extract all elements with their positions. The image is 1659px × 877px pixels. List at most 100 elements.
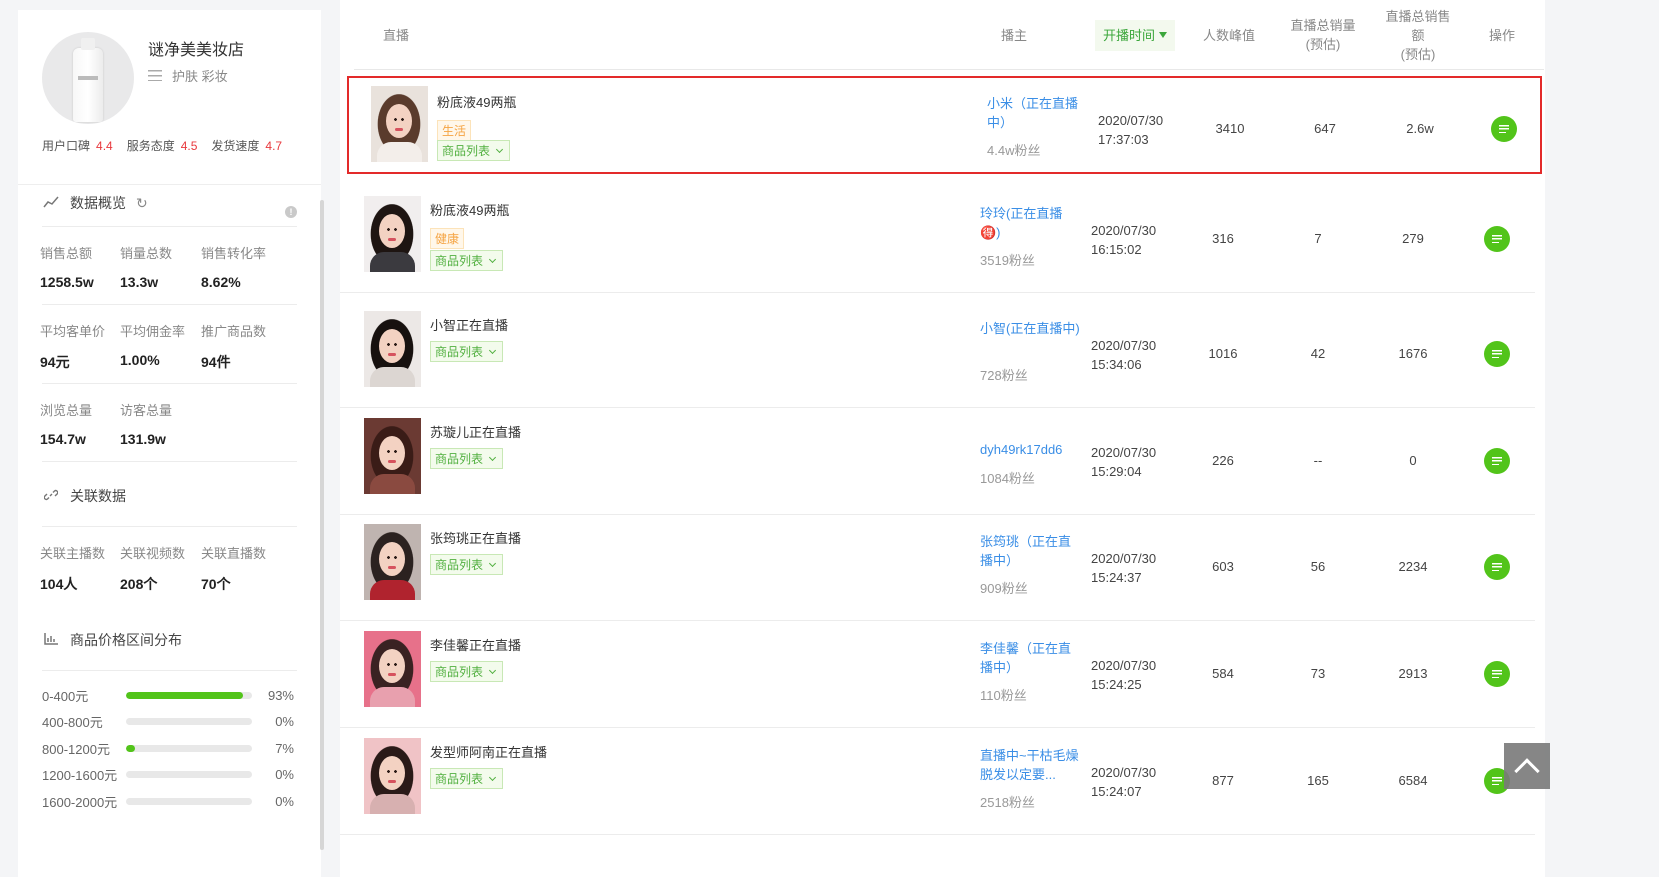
col-host[interactable]: 播主 <box>994 0 1034 70</box>
sales-qty: 7 <box>1314 231 1322 246</box>
host-link[interactable]: 玲玲(正在直播🉐) <box>980 204 1080 242</box>
host-link[interactable]: 李佳馨（正在直播中） <box>980 639 1080 677</box>
shop-logo <box>42 32 134 124</box>
col-start-time-sort[interactable]: 开播时间 <box>1095 0 1175 70</box>
table-header: 直播 播主 开播时间 人数峰值 直播总销量 (预估) 直播总销售额 (预估) 操作 <box>354 0 1544 70</box>
host-link[interactable]: 张筠珧（正在直播中） <box>980 532 1080 570</box>
price-range-label: 800-1200元 <box>42 741 110 757</box>
sales-qty: 56 <box>1310 559 1326 574</box>
live-thumbnail[interactable] <box>364 418 421 494</box>
detail-button[interactable] <box>1484 448 1510 474</box>
live-thumbnail[interactable] <box>364 524 421 600</box>
table-row[interactable]: 张筠珧正在直播 商品列表 张筠珧（正在直播中） 909粉丝 2020/07/30 15:2… <box>340 514 1535 621</box>
host-link[interactable]: dyh49rk17dd6 <box>980 440 1080 459</box>
product-list-dropdown[interactable]: 商品列表 <box>430 448 504 469</box>
product-list-dropdown[interactable]: 商品列表 <box>430 250 504 271</box>
category-tag: 健康 <box>430 228 465 249</box>
chevron-down-icon <box>488 255 497 263</box>
stat-related-videos: 关联视频数 208个 <box>120 546 186 592</box>
live-thumbnail[interactable] <box>364 738 421 814</box>
product-list-dropdown[interactable]: 商品列表 <box>430 554 504 575</box>
sales-qty: 42 <box>1310 346 1326 361</box>
table-row[interactable]: 小智正在直播 商品列表 小智(正在直播中) 728粉丝 2020/07/30 15:34:… <box>340 301 1535 408</box>
live-title[interactable]: 粉底液49两瓶 <box>437 92 516 111</box>
start-time: 2020/07/30 15:24:07 <box>1091 765 1157 799</box>
host-fans: 728粉丝 <box>980 368 1028 383</box>
table-row[interactable]: 李佳馨正在直播 商品列表 李佳馨（正在直播中） 110粉丝 2020/07/30 15:2… <box>340 621 1535 728</box>
live-title[interactable]: 粉底液49两瓶 <box>430 200 509 219</box>
sales-qty: -- <box>1313 453 1323 468</box>
stat-conversion: 销售转化率 8.62% <box>201 246 267 290</box>
back-to-top-button[interactable] <box>1504 743 1550 789</box>
sales-amount: 279 <box>1402 231 1424 246</box>
col-sales-amt[interactable]: 直播总销售额 (预估) <box>1382 0 1454 70</box>
refresh-icon[interactable]: ↻ <box>136 195 148 212</box>
rating-item: 用户口碑 4.4 <box>42 139 113 153</box>
product-list-dropdown[interactable]: 商品列表 <box>430 341 504 362</box>
price-range-row: 1200-1600元 0% <box>42 767 302 783</box>
detail-icon <box>1492 235 1502 243</box>
live-thumbnail[interactable] <box>364 196 421 272</box>
shop-name: 谜净美美妆店 <box>148 42 245 59</box>
host-fans: 3519粉丝 <box>980 253 1035 268</box>
live-title[interactable]: 张筠珧正在直播 <box>430 528 521 547</box>
price-range-label: 400-800元 <box>42 715 103 730</box>
detail-icon <box>1492 777 1502 785</box>
live-title[interactable]: 李佳馨正在直播 <box>430 635 521 654</box>
sidebar-scrollbar[interactable] <box>320 200 324 850</box>
chevron-down-icon <box>488 559 497 567</box>
live-title[interactable]: 发型师阿南正在直播 <box>430 742 547 761</box>
shop-category: 护肤 彩妆 <box>148 66 228 85</box>
price-range-pct: 0% <box>275 714 294 729</box>
host-fans: 909粉丝 <box>980 581 1028 596</box>
product-list-dropdown[interactable]: 商品列表 <box>437 140 511 161</box>
host-link[interactable]: 直播中~干枯毛燥脱发以定要... <box>980 746 1080 784</box>
host-link[interactable]: 小米（正在直播中） <box>987 94 1087 132</box>
live-thumbnail[interactable] <box>364 311 421 387</box>
table-row[interactable]: 苏璇儿正在直播 商品列表 dyh49rk17dd6 1084粉丝 2020/07/30 1… <box>340 408 1535 515</box>
start-time: 2020/07/30 16:15:02 <box>1091 223 1157 257</box>
host-link[interactable]: 小智(正在直播中) <box>980 319 1080 338</box>
col-peak[interactable]: 人数峰值 <box>1194 0 1264 70</box>
sales-amount: 0 <box>1409 453 1417 468</box>
sales-qty: 73 <box>1310 666 1326 681</box>
stat-sales-count: 销量总数 13.3w <box>120 246 173 290</box>
stat-products: 推广商品数 94件 <box>201 324 267 370</box>
detail-button[interactable] <box>1491 116 1517 142</box>
sales-qty: 165 <box>1307 773 1329 788</box>
sales-amount: 2234 <box>1398 559 1428 574</box>
detail-button[interactable] <box>1484 661 1510 687</box>
detail-icon <box>1492 563 1502 571</box>
host-fans: 2518粉丝 <box>980 795 1035 810</box>
price-range-bar <box>126 691 252 699</box>
live-thumbnail[interactable] <box>371 86 428 162</box>
table-row[interactable]: 发型师阿南正在直播 商品列表 直播中~干枯毛燥脱发以定要... 2518粉丝 2020/… <box>340 728 1535 835</box>
detail-button[interactable] <box>1484 226 1510 252</box>
peak-viewers: 584 <box>1212 666 1234 681</box>
live-thumbnail[interactable] <box>364 631 421 707</box>
stat-avg-price: 平均客单价 94元 <box>40 324 106 370</box>
stat-visitors: 访客总量 131.9w <box>120 403 173 447</box>
stat-related-hosts: 关联主播数 104人 <box>40 546 106 592</box>
peak-viewers: 226 <box>1212 453 1234 468</box>
live-title[interactable]: 小智正在直播 <box>430 315 508 334</box>
info-icon[interactable]: ! <box>285 206 297 218</box>
detail-button[interactable] <box>1484 341 1510 367</box>
col-live: 直播 <box>382 27 409 43</box>
detail-button[interactable] <box>1484 554 1510 580</box>
table-row[interactable]: 粉底液49两瓶 健康 商品列表 玲玲(正在直播🉐) 3519粉丝 2020/07/30 16… <box>340 186 1535 293</box>
stat-sales-amount: 销售总额 1258.5w <box>40 246 94 290</box>
product-list-dropdown[interactable]: 商品列表 <box>430 661 504 682</box>
peak-viewers: 1016 <box>1208 346 1238 361</box>
product-list-dropdown[interactable]: 商品列表 <box>430 768 504 789</box>
start-time: 2020/07/30 17:37:03 <box>1098 113 1164 147</box>
live-table-panel: 直播 播主 开播时间 人数峰值 直播总销量 (预估) 直播总销售额 (预估) 操作 … <box>340 0 1545 877</box>
arrow-up-icon <box>1514 758 1540 784</box>
chevron-down-icon <box>488 453 497 461</box>
live-title[interactable]: 苏璇儿正在直播 <box>430 422 521 441</box>
list-icon <box>148 70 162 81</box>
sales-amount: 2913 <box>1398 666 1428 681</box>
table-row[interactable]: 粉底液49两瓶 生活 商品列表 小米（正在直播中） 4.4w粉丝 2020/07/30 17… <box>347 76 1542 174</box>
col-sales-qty[interactable]: 直播总销量 (预估) <box>1282 0 1364 70</box>
rating-item: 发货速度 4.7 <box>211 139 283 153</box>
